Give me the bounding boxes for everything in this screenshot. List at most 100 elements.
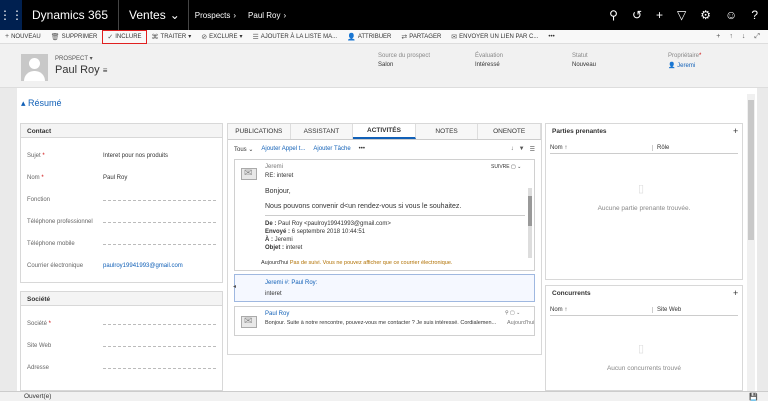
save-icon[interactable]: 💾	[749, 393, 758, 401]
owner-link[interactable]: 👤 Jeremi	[668, 62, 701, 69]
field-row-subject[interactable]: Sujet * Interet pour nos produits	[27, 146, 216, 166]
field-label: Statut	[572, 53, 588, 59]
breadcrumb-record[interactable]: Paul Roy ›	[242, 11, 292, 20]
expand-icon[interactable]: ⤢	[754, 33, 760, 41]
field-value[interactable]: Interet pour nos produits	[103, 153, 216, 160]
activity-post[interactable]: ◂ Jeremi #: Paul Roy: interet	[233, 274, 535, 302]
collapse-icon[interactable]: ◂	[233, 283, 236, 290]
email-scrollbar[interactable]	[528, 188, 532, 258]
field-value[interactable]	[103, 199, 216, 201]
field-label-text: Nom	[27, 175, 40, 181]
header-field-status[interactable]: Statut Nouveau	[572, 53, 596, 68]
list-icon[interactable]: ☰	[530, 146, 535, 153]
email-link[interactable]: paulroy19941993@gmail.com	[103, 263, 216, 270]
tab-onenote[interactable]: ONENOTE	[478, 124, 541, 139]
more-commands-button[interactable]: •••	[543, 30, 559, 44]
activity-email[interactable]: Jeremi RE: interet SUIVRE ▢ ⌄ Bonjour, N…	[234, 159, 535, 271]
activity-subject[interactable]: RE: interet	[265, 173, 293, 179]
field-row-mobile-phone[interactable]: Téléphone mobile	[27, 234, 216, 254]
avatar[interactable]	[21, 54, 48, 81]
field-value[interactable]	[103, 221, 216, 223]
filter-icon[interactable]: ▼	[519, 146, 525, 153]
required-marker: *	[47, 321, 52, 327]
delete-button[interactable]: 🗑 SUPPRIMER	[46, 30, 103, 44]
grid-header: Nom ↑ Rôle	[550, 142, 738, 154]
add-stakeholder-icon[interactable]: +	[733, 126, 738, 136]
app-title[interactable]: Dynamics 365	[22, 0, 120, 30]
breadcrumb-label: Paul Roy	[248, 10, 281, 20]
entity-type-selector[interactable]: PROSPECT ▾	[55, 55, 93, 62]
add-task-link[interactable]: Ajouter Tâche	[313, 146, 350, 152]
header-field-source[interactable]: Source du prospect Salon	[378, 53, 430, 68]
filter-icon[interactable]: ▽	[677, 8, 686, 22]
field-label: Sujet *	[27, 153, 103, 159]
area-selector[interactable]: Ventes ⌄	[119, 0, 189, 30]
field-value[interactable]	[103, 323, 216, 325]
app-launcher-icon[interactable]: ⋮⋮	[0, 0, 23, 30]
add-icon[interactable]: +	[716, 33, 720, 41]
required-marker: *	[699, 53, 702, 59]
add-call-link[interactable]: Ajouter Appel t...	[261, 146, 305, 152]
required-marker: *	[40, 153, 45, 159]
sort-icon[interactable]: ↓	[511, 146, 514, 153]
share-button[interactable]: ⇄ PARTAGER	[396, 30, 446, 44]
field-row-business-phone[interactable]: Téléphone professionnel	[27, 212, 216, 232]
section-title[interactable]: ▴ Résumé	[21, 98, 62, 109]
scrollbar-thumb[interactable]	[748, 100, 754, 240]
field-value[interactable]	[103, 243, 216, 245]
field-row-jobtitle[interactable]: Fonction	[27, 190, 216, 210]
user-icon[interactable]: ☺	[725, 8, 737, 22]
email-header-from: De : Paul Roy <paulroy19941993@gmail.com…	[265, 221, 391, 227]
field-label: Propriétaire*	[668, 53, 701, 59]
filter-dropdown[interactable]: Tous ⌄	[234, 146, 253, 153]
disqualify-button[interactable]: ⊘ EXCLURE ▾	[196, 30, 247, 44]
tab-activities[interactable]: ACTIVITÉS	[353, 124, 416, 139]
arrow-down-icon[interactable]: ↓	[742, 33, 746, 41]
assign-button[interactable]: 👤 ATTRIBUER	[342, 30, 396, 44]
tab-assistant[interactable]: ASSISTANT	[291, 124, 354, 139]
breadcrumb-prospects[interactable]: Prospects ›	[189, 11, 242, 20]
gear-icon[interactable]: ⚙	[700, 8, 711, 22]
activity-from[interactable]: Paul Roy	[265, 311, 289, 317]
plus-icon[interactable]: +	[656, 8, 663, 22]
field-row-email[interactable]: Courrier électronique paulroy19941993@gma…	[27, 256, 216, 276]
add-competitor-icon[interactable]: +	[733, 288, 738, 298]
add-to-list-button[interactable]: ☰ AJOUTER À LA LISTE MA...	[247, 30, 342, 44]
field-row-address[interactable]: Adresse	[27, 358, 216, 378]
command-bar: + NOUVEAU 🗑 SUPPRIMER ✓ INCLURE ⌘ TRAITER ▾ ⊘…	[0, 29, 768, 44]
more-button[interactable]: •••	[359, 146, 365, 152]
email-link-button[interactable]: ✉ ENVOYER UN LIEN PAR C...	[446, 30, 543, 44]
column-header-role[interactable]: Rôle	[652, 144, 669, 151]
follow-button[interactable]: SUIVRE ▢ ⌄	[491, 164, 521, 170]
add-to-list-label: AJOUTER À LA LISTE MA...	[260, 33, 338, 40]
column-header-name[interactable]: Nom ↑	[550, 145, 652, 151]
header-field-owner[interactable]: Propriétaire* 👤 Jeremi	[668, 53, 701, 69]
scrollbar-thumb[interactable]	[528, 196, 532, 226]
column-header-website[interactable]: Site Web	[652, 306, 681, 313]
field-row-website[interactable]: Site Web	[27, 336, 216, 356]
post-title[interactable]: Jeremi #: Paul Roy:	[265, 280, 317, 286]
help-icon[interactable]: ?	[751, 8, 758, 22]
field-value[interactable]: Paul Roy	[103, 175, 216, 182]
new-button[interactable]: + NOUVEAU	[0, 30, 46, 44]
field-row-company[interactable]: Société *	[27, 314, 216, 334]
column-header-name[interactable]: Nom ↑	[550, 307, 652, 313]
header-field-rating[interactable]: Évaluation Intéressé	[475, 53, 503, 68]
tab-notes[interactable]: NOTES	[416, 124, 479, 139]
qualify-button[interactable]: ✓ INCLURE	[102, 29, 147, 44]
menu-icon[interactable]: ≡	[103, 66, 108, 75]
divider	[265, 215, 525, 216]
field-value[interactable]	[103, 367, 216, 369]
arrow-up-icon[interactable]: ↑	[729, 33, 733, 41]
page-scrollbar[interactable]	[747, 94, 755, 391]
tab-posts[interactable]: PUBLICATIONS	[228, 124, 291, 139]
activity-email[interactable]: Paul Roy ⚲ ▢ ⌄ Bonjour. Suite à notre re…	[234, 306, 535, 336]
search-icon[interactable]: ⚲	[609, 8, 618, 22]
activity-actions-icon[interactable]: ⚲ ▢ ⌄	[505, 310, 520, 316]
activity-from[interactable]: Jeremi	[265, 164, 283, 170]
field-value[interactable]	[103, 345, 216, 347]
field-row-name[interactable]: Nom * Paul Roy	[27, 168, 216, 188]
chevron-down-icon: ▾	[239, 34, 243, 40]
recent-icon[interactable]: ↺	[632, 8, 642, 22]
process-button[interactable]: ⌘ TRAITER ▾	[147, 30, 197, 44]
